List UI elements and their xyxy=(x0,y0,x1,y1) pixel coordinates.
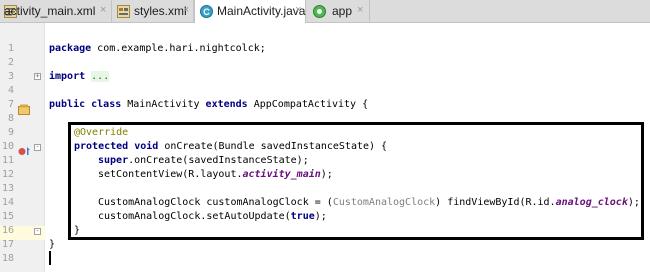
line-number: 13 xyxy=(1,183,14,194)
tab-styles-xml[interactable]: styles.xml × xyxy=(112,0,194,22)
close-icon[interactable]: × xyxy=(357,4,363,16)
line-number: 10 xyxy=(1,141,14,152)
line-number: 14 xyxy=(1,197,14,208)
line-number: 4 xyxy=(7,85,14,96)
keyword: public class xyxy=(49,99,122,110)
text-caret xyxy=(49,251,51,265)
line-number: 7 xyxy=(7,99,14,110)
fold-collapse-icon[interactable]: - xyxy=(34,144,41,151)
editor-tab-bar: activity_main.xml × styles.xml × C MainA… xyxy=(0,0,650,23)
fold-expand-icon[interactable]: + xyxy=(34,73,41,80)
svg-text:C: C xyxy=(203,7,210,17)
line-number: 11 xyxy=(1,155,14,166)
xml-values-icon xyxy=(117,5,130,18)
code-text: } xyxy=(49,239,56,250)
close-icon[interactable]: × xyxy=(295,4,301,16)
tab-label: activity_main.xml xyxy=(4,4,96,18)
tab-label: styles.xml xyxy=(134,4,187,18)
code-text: AppCompatActivity { xyxy=(247,99,369,110)
fold-end-icon[interactable]: - xyxy=(34,228,41,235)
line-number: 3 xyxy=(7,71,14,82)
line-number: 9 xyxy=(7,127,14,138)
activity-gutter-icon[interactable] xyxy=(18,100,30,119)
code-text: MainActivity xyxy=(121,99,206,110)
code-line-18: } xyxy=(49,238,55,252)
tab-activity-main-xml[interactable]: activity_main.xml × xyxy=(0,0,112,22)
code-line-1: package com.example.hari.nightcolck; xyxy=(49,42,266,56)
tab-label: MainActivity.java xyxy=(217,4,306,18)
keyword: import xyxy=(49,71,86,82)
annotation-highlight-box xyxy=(68,122,644,240)
tab-label: app xyxy=(332,4,353,18)
line-number: 18 xyxy=(1,253,14,264)
code-text: com.example.hari.nightcolck; xyxy=(91,43,266,54)
close-icon[interactable]: × xyxy=(183,4,189,16)
close-icon[interactable]: × xyxy=(100,4,106,16)
code-line-8: public class MainActivity extends AppCom… xyxy=(49,98,368,112)
tab-app[interactable]: app × xyxy=(306,0,370,22)
keyword: extends xyxy=(205,99,248,110)
line-number: 17 xyxy=(1,239,14,250)
line-number: 16 xyxy=(1,225,14,236)
code-line-3: import ... xyxy=(49,70,110,84)
override-marker-icon[interactable] xyxy=(18,142,31,161)
line-number: 8 xyxy=(7,113,14,124)
gradle-module-icon xyxy=(313,5,326,18)
line-number: 15 xyxy=(1,211,14,222)
java-class-icon: C xyxy=(200,5,213,18)
line-number: 12 xyxy=(1,169,14,180)
tab-mainactivity-java[interactable]: C MainActivity.java × xyxy=(194,0,306,23)
line-number: 1 xyxy=(7,43,14,54)
folded-imports[interactable]: ... xyxy=(91,71,110,82)
keyword: package xyxy=(49,43,92,54)
line-number: 2 xyxy=(7,57,14,68)
